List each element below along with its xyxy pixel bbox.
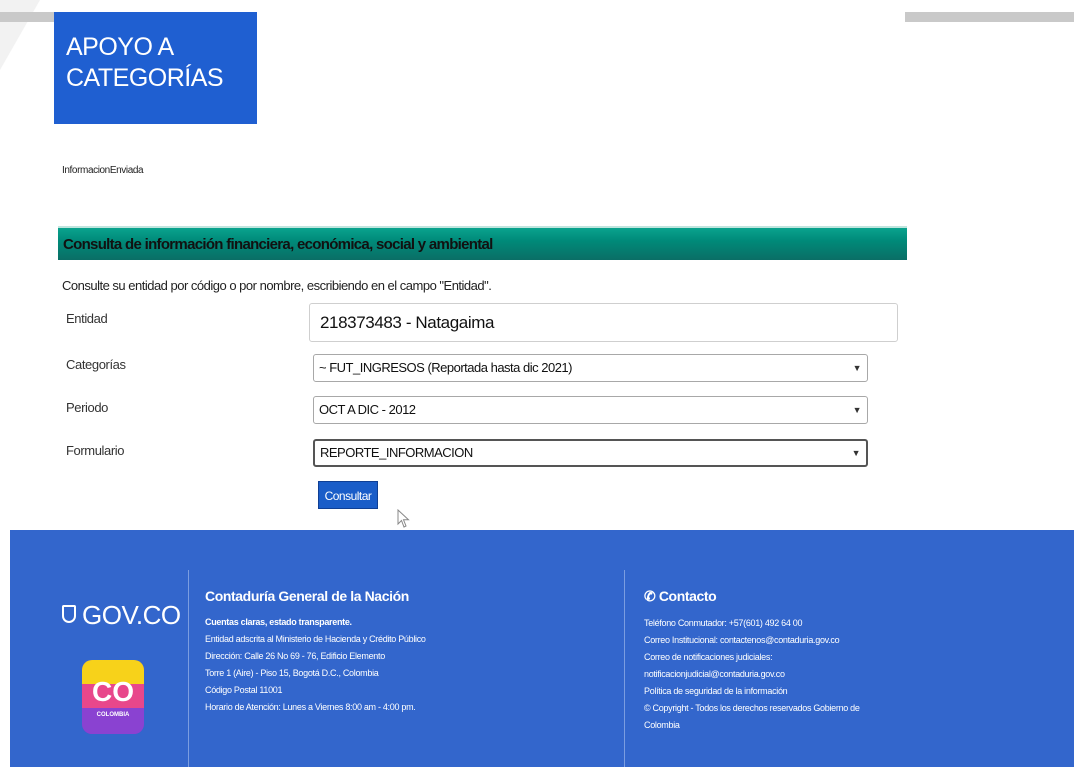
org-line: Horario de Atención: Lunes a Viernes 8:0… <box>205 702 416 712</box>
contact-notifications-email[interactable]: notificacionjudicial@contaduria.gov.co <box>644 666 924 683</box>
breadcrumb[interactable]: InformacionEnviada <box>62 165 144 176</box>
footer-divider <box>188 570 189 767</box>
periodo-select[interactable]: OCT A DIC - 2012 ▼ <box>313 396 868 424</box>
org-line: Código Postal 11001 <box>205 685 283 695</box>
intro-text: Consulte su entidad por código o por nom… <box>62 278 492 293</box>
contact-email[interactable]: Correo Institucional: contactenos@contad… <box>644 632 924 649</box>
contact-title: ✆ Contacto <box>644 588 924 605</box>
chevron-down-icon: ▼ <box>852 363 862 373</box>
categorias-selected-value: ~ FUT_INGRESOS (Reportada hasta dic 2021… <box>319 360 572 375</box>
phone-icon: ✆ <box>644 588 656 604</box>
section-title: Consulta de información financiera, econ… <box>58 226 907 260</box>
org-line: Entidad adscrita al Ministerio de Hacien… <box>205 634 426 644</box>
co-badge-text: CO <box>92 676 134 707</box>
gov-co-logo[interactable]: GOV.CO <box>62 600 181 631</box>
mouse-cursor-icon <box>397 509 410 528</box>
org-line: Dirección: Calle 26 No 69 - 76, Edificio… <box>205 651 385 661</box>
top-bar-left <box>0 12 60 22</box>
chevron-down-icon: ▼ <box>851 448 861 458</box>
apoyo-categorias-logo[interactable]: APOYO A CATEGORÍAS <box>54 12 257 124</box>
contact-column: ✆ Contacto Teléfono Conmutador: +57(601)… <box>644 588 924 734</box>
logo-line-2: CATEGORÍAS <box>66 64 224 92</box>
page-corner-decoration <box>0 0 40 70</box>
categorias-select[interactable]: ~ FUT_INGRESOS (Reportada hasta dic 2021… <box>313 354 868 382</box>
chevron-down-icon: ▼ <box>852 405 862 415</box>
org-line: Cuentas claras, estado transparente. <box>205 617 352 627</box>
formulario-label: Formulario <box>66 443 125 458</box>
copyright-line: Colombia <box>644 720 680 730</box>
formulario-selected-value: REPORTE_INFORMACION <box>320 445 473 460</box>
footer-divider <box>624 570 625 767</box>
entidad-label: Entidad <box>66 311 108 326</box>
contact-notifications-label: Correo de notificaciones judiciales: <box>644 652 773 662</box>
consultar-button[interactable]: Consultar <box>318 481 378 509</box>
org-line: Torre 1 (Aire) - Piso 15, Bogotá D.C., C… <box>205 668 379 678</box>
categorias-label: Categorías <box>66 357 126 372</box>
copyright-line: © Copyright - Todos los derechos reserva… <box>644 703 860 713</box>
footer: GOV.CO CO COLOMBIA Contaduría General de… <box>10 530 1074 767</box>
contact-title-text: Contacto <box>658 588 717 604</box>
co-badge-subtext: COLOMBIA <box>96 712 130 718</box>
periodo-selected-value: OCT A DIC - 2012 <box>319 402 416 417</box>
security-policy-link[interactable]: Política de seguridad de la información <box>644 683 924 700</box>
logo-line-1: APOYO A <box>66 33 174 61</box>
entidad-input[interactable]: 218373483 - Natagaima <box>309 303 898 342</box>
contact-phone[interactable]: Teléfono Conmutador: +57(601) 492 64 00 <box>644 615 924 632</box>
periodo-label: Periodo <box>66 400 109 415</box>
org-title: Contaduría General de la Nación <box>205 588 409 604</box>
top-bar-right <box>905 12 1074 22</box>
org-info-column: Contaduría General de la Nación Cuentas … <box>205 588 605 716</box>
gov-shield-icon <box>62 605 76 624</box>
co-colombia-badge: CO COLOMBIA <box>82 660 144 734</box>
gov-co-text: GOV.CO <box>82 600 181 630</box>
formulario-select[interactable]: REPORTE_INFORMACION ▼ <box>313 439 868 467</box>
